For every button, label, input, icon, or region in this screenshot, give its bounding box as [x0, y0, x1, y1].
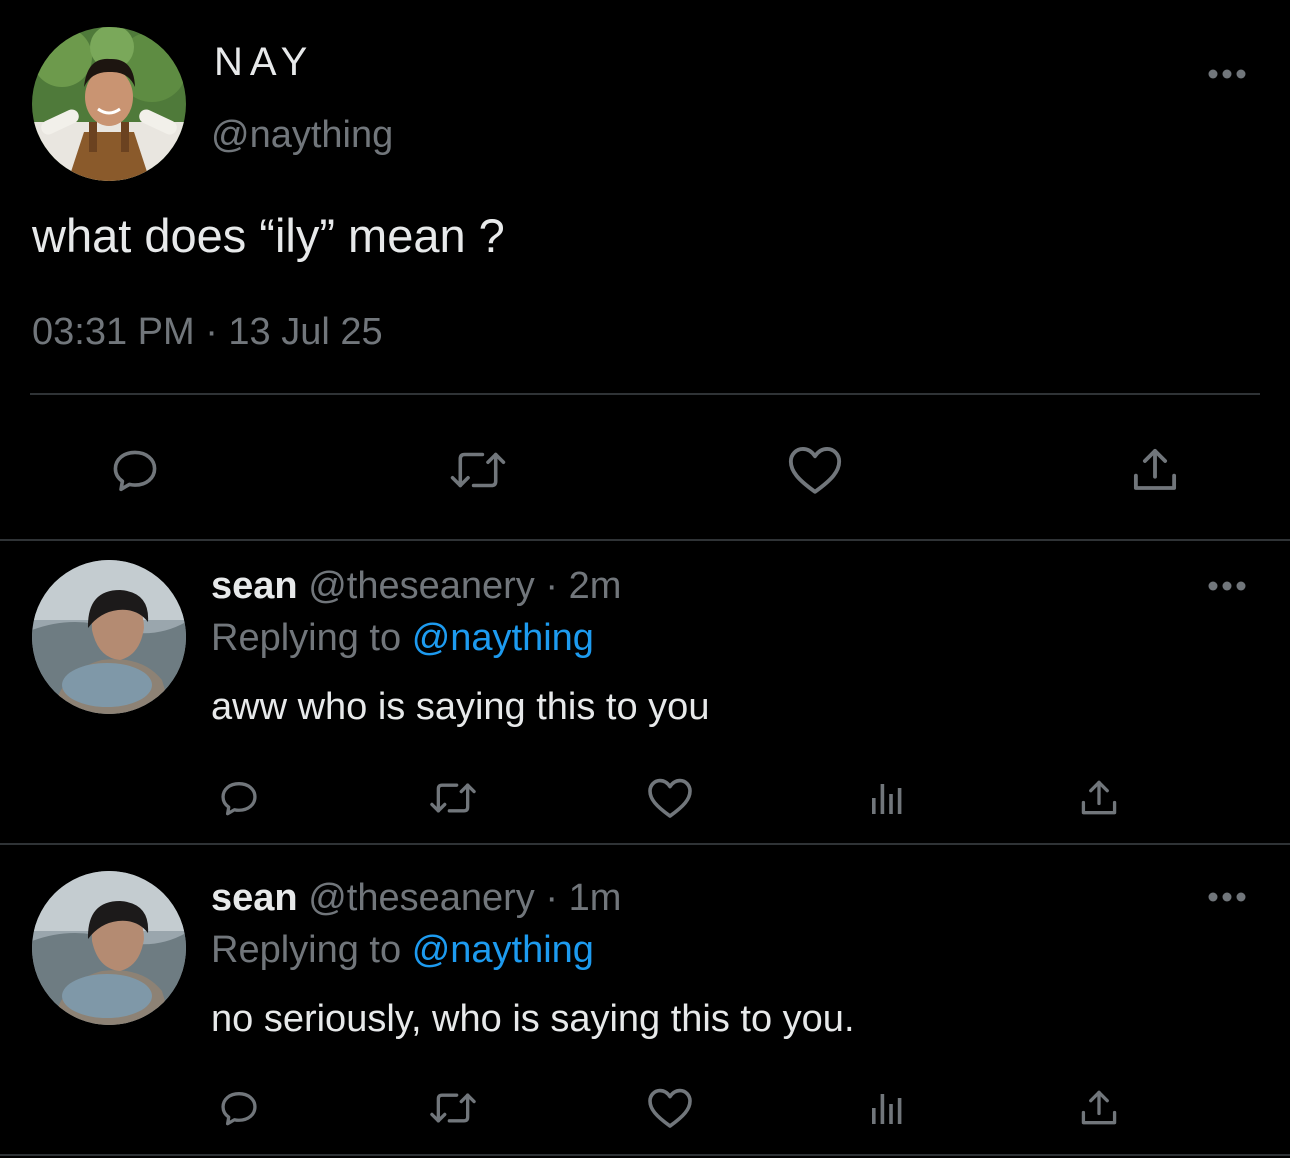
- like-button[interactable]: [641, 1080, 699, 1136]
- reply-button[interactable]: [211, 770, 267, 826]
- reply-icon: [113, 450, 157, 492]
- reply-button[interactable]: [100, 435, 170, 505]
- display-name[interactable]: NAY: [214, 42, 314, 82]
- share-icon: [1133, 448, 1177, 490]
- divider: [0, 539, 1290, 541]
- replying-to-line: Replying to @naything: [211, 931, 594, 969]
- retweet-button[interactable]: [422, 1080, 484, 1136]
- share-button[interactable]: [1071, 1080, 1127, 1136]
- reply-handle[interactable]: @theseanery: [308, 877, 535, 919]
- reply-button[interactable]: [211, 1080, 267, 1136]
- replying-prefix: Replying to: [211, 617, 402, 659]
- retweet-icon: [430, 1093, 476, 1123]
- more-horizontal-icon: [1208, 892, 1246, 902]
- retweet-icon: [450, 452, 505, 488]
- reply-header: sean @theseanery · 1m: [211, 879, 621, 917]
- mention-link[interactable]: @naything: [412, 617, 594, 659]
- reply-time[interactable]: 2m: [569, 565, 622, 607]
- retweet-button[interactable]: [440, 435, 515, 505]
- reply-time[interactable]: 1m: [569, 877, 622, 919]
- tweet-timestamp[interactable]: 03:31 PM · 13 Jul 25: [32, 313, 383, 351]
- replying-prefix: Replying to: [211, 929, 402, 971]
- separator-dot: ·: [545, 877, 558, 919]
- replying-to-line: Replying to @naything: [211, 619, 594, 657]
- retweet-button[interactable]: [422, 770, 484, 826]
- avatar-sean-image: [32, 871, 186, 1025]
- share-icon: [1081, 1090, 1117, 1125]
- reply-handle[interactable]: @theseanery: [308, 565, 535, 607]
- reply-display-name[interactable]: sean: [211, 565, 298, 607]
- reply-icon: [221, 1092, 257, 1126]
- share-button[interactable]: [1071, 770, 1127, 826]
- analytics-icon: [872, 784, 902, 814]
- more-horizontal-icon: [1208, 69, 1246, 79]
- divider: [30, 393, 1260, 395]
- like-button[interactable]: [780, 435, 850, 505]
- reply-icon: [221, 782, 257, 816]
- avatar-nay-image: [32, 27, 186, 181]
- heart-icon: [648, 778, 692, 818]
- tweet-text: what does “ily” mean ?: [32, 209, 505, 262]
- analytics-icon: [872, 1094, 902, 1124]
- more-horizontal-icon: [1208, 581, 1246, 591]
- avatar-sean[interactable]: [32, 871, 186, 1025]
- reply-header: sean @theseanery · 2m: [211, 567, 621, 605]
- share-icon: [1081, 780, 1117, 815]
- views-button[interactable]: [858, 1080, 914, 1136]
- user-handle[interactable]: @naything: [211, 116, 393, 154]
- views-button[interactable]: [858, 770, 914, 826]
- avatar-sean[interactable]: [32, 560, 186, 714]
- separator-dot: ·: [545, 565, 558, 607]
- more-options-button[interactable]: [1197, 54, 1257, 94]
- heart-icon: [788, 447, 842, 494]
- mention-link[interactable]: @naything: [412, 929, 594, 971]
- like-button[interactable]: [641, 770, 699, 826]
- more-options-button[interactable]: [1197, 566, 1257, 606]
- avatar-nay[interactable]: [32, 27, 186, 181]
- heart-icon: [648, 1088, 692, 1128]
- share-button[interactable]: [1120, 435, 1190, 505]
- retweet-icon: [430, 783, 476, 813]
- avatar-sean-image: [32, 560, 186, 714]
- divider: [0, 843, 1290, 845]
- reply-text: no seriously, who is saying this to you.: [211, 998, 855, 1040]
- divider: [0, 1154, 1290, 1156]
- more-options-button[interactable]: [1197, 877, 1257, 917]
- reply-display-name[interactable]: sean: [211, 877, 298, 919]
- reply-text: aww who is saying this to you: [211, 686, 710, 728]
